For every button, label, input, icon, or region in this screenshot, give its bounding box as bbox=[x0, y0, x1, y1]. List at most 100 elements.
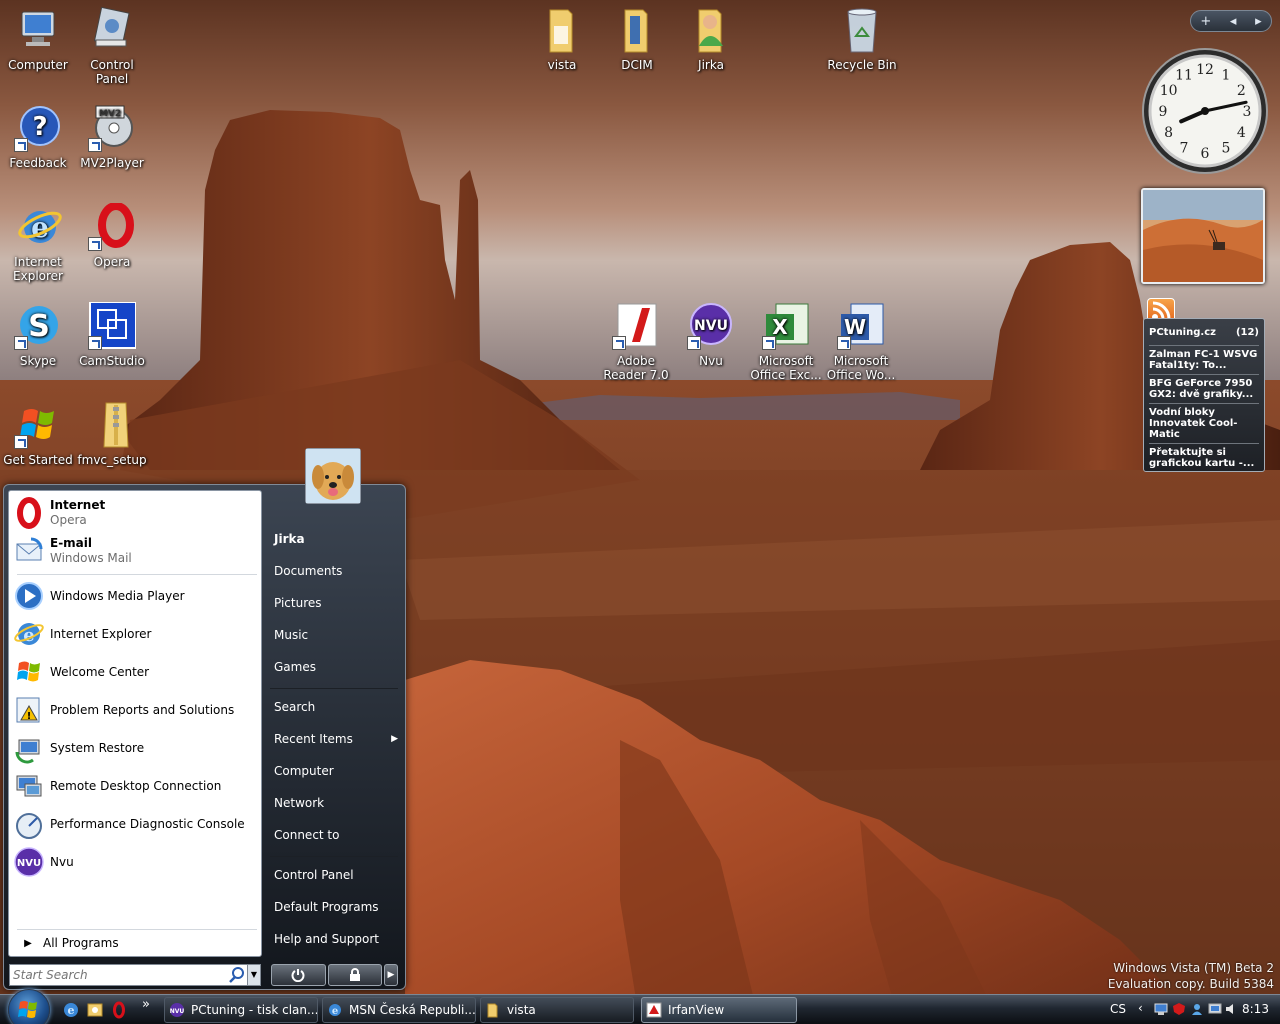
icon-label: Microsoft Office Exc... bbox=[750, 354, 822, 382]
start-right-network[interactable]: Network bbox=[274, 792, 398, 814]
desktop-icon-adobe-reader[interactable]: Adobe Reader 7.0 bbox=[598, 302, 674, 382]
desktop-icon-excel[interactable]: X Microsoft Office Exc... bbox=[748, 302, 824, 382]
taskbar-clock[interactable]: 8:13 bbox=[1242, 1002, 1269, 1016]
desktop-icon-mv2player[interactable]: MV2 MV2Player bbox=[74, 104, 150, 170]
internet-explorer-icon: e bbox=[327, 1002, 343, 1018]
icon-label: Microsoft Office Wo... bbox=[826, 354, 896, 382]
quicklaunch-overflow[interactable]: » bbox=[142, 997, 160, 1015]
recent-label: Nvu bbox=[50, 855, 74, 869]
start-right-computer[interactable]: Computer bbox=[274, 760, 398, 782]
start-right-connect-to[interactable]: Connect to bbox=[274, 824, 398, 846]
right-item-label: Network bbox=[274, 796, 325, 810]
recent-system-restore[interactable]: System Restore bbox=[13, 731, 257, 765]
task-msn[interactable]: e MSN Česká Republi... bbox=[322, 997, 476, 1023]
start-right-user[interactable]: Jirka bbox=[274, 528, 398, 550]
start-right-pictures[interactable]: Pictures bbox=[274, 592, 398, 614]
tray-expand-icon[interactable]: ‹ bbox=[1138, 1001, 1143, 1015]
power-options-arrow[interactable]: ▶ bbox=[384, 964, 398, 986]
desktop-icon-recycle-bin[interactable]: Recycle Bin bbox=[824, 6, 900, 72]
skype-icon: S bbox=[14, 302, 62, 350]
desktop-icon-word[interactable]: W Microsoft Office Wo... bbox=[823, 302, 899, 382]
task-pctuning[interactable]: NVU PCtuning - tisk clan... bbox=[164, 997, 318, 1023]
quicklaunch-show-desktop[interactable] bbox=[86, 1001, 104, 1019]
recent-label: Remote Desktop Connection bbox=[50, 779, 222, 793]
previous-gadget-button[interactable]: ◂ bbox=[1230, 14, 1237, 29]
task-label: vista bbox=[507, 1003, 536, 1017]
desktop-icon-internet-explorer[interactable]: e Internet Explorer bbox=[0, 203, 76, 283]
recent-windows-media-player[interactable]: Windows Media Player bbox=[13, 579, 257, 613]
slideshow-gadget[interactable] bbox=[1141, 188, 1265, 284]
icon-label: CamStudio bbox=[79, 354, 145, 368]
pinned-email[interactable]: E-mail Windows Mail bbox=[13, 533, 257, 569]
nvu-icon: NVU bbox=[169, 1002, 185, 1018]
shortcut-arrow-icon bbox=[14, 138, 28, 152]
start-right-documents[interactable]: Documents bbox=[274, 560, 398, 582]
feed-item[interactable]: Přetaktujte si grafickou kartu -... bbox=[1149, 443, 1259, 472]
add-gadget-button[interactable]: + bbox=[1200, 14, 1211, 29]
search-icon[interactable] bbox=[228, 966, 246, 984]
icon-label: Nvu bbox=[699, 354, 723, 368]
desktop-icon-camstudio[interactable]: CamStudio bbox=[74, 301, 150, 368]
desktop-icon-jirka-folder[interactable]: Jirka bbox=[673, 6, 749, 72]
task-irfanview[interactable]: IrfanView bbox=[641, 997, 797, 1023]
security-icon[interactable] bbox=[1172, 1002, 1186, 1016]
messenger-icon[interactable] bbox=[1190, 1002, 1204, 1016]
desktop-icon-fmvc-setup[interactable]: fmvc_setup bbox=[74, 401, 150, 467]
start-right-recent-items[interactable]: Recent Items ▶ bbox=[274, 728, 398, 750]
all-programs-button[interactable]: ▶ All Programs bbox=[13, 932, 257, 954]
pinned-internet[interactable]: Internet Opera bbox=[13, 495, 257, 531]
display-icon[interactable] bbox=[1208, 1002, 1222, 1016]
clock-number: 9 bbox=[1159, 104, 1168, 120]
start-right-music[interactable]: Music bbox=[274, 624, 398, 646]
recent-label: Problem Reports and Solutions bbox=[50, 703, 235, 717]
excel-icon: X bbox=[762, 302, 810, 350]
svg-text:!: ! bbox=[27, 711, 32, 722]
next-gadget-button[interactable]: ▸ bbox=[1255, 14, 1262, 29]
language-indicator[interactable]: CS bbox=[1110, 1002, 1126, 1016]
recent-performance-console[interactable]: Performance Diagnostic Console bbox=[13, 807, 257, 841]
power-button[interactable] bbox=[271, 964, 326, 986]
feed-item[interactable]: BFG GeForce 7950 GX2: dvě grafiky... bbox=[1149, 374, 1259, 403]
start-search-box[interactable] bbox=[9, 964, 249, 986]
icon-label: DCIM bbox=[621, 58, 653, 72]
quicklaunch-opera[interactable] bbox=[110, 1001, 128, 1019]
desktop-icon-get-started[interactable]: Get Started bbox=[0, 401, 76, 467]
recent-welcome-center[interactable]: Welcome Center bbox=[13, 655, 257, 689]
start-right-search[interactable]: Search bbox=[274, 696, 398, 718]
feed-title[interactable]: PCtuning.cz bbox=[1149, 327, 1216, 338]
task-vista-folder[interactable]: vista bbox=[480, 997, 634, 1023]
quicklaunch-ie[interactable]: e bbox=[62, 1001, 80, 1019]
desktop-icon-opera[interactable]: Opera bbox=[74, 202, 150, 269]
recent-remote-desktop[interactable]: Remote Desktop Connection bbox=[13, 769, 257, 803]
problem-reports-icon: ! bbox=[13, 694, 45, 726]
feed-item[interactable]: Zalman FC-1 WSVG Fatal1ty: To... bbox=[1149, 345, 1259, 374]
start-right-control-panel[interactable]: Control Panel bbox=[274, 864, 398, 886]
recent-internet-explorer[interactable]: e Internet Explorer bbox=[13, 617, 257, 651]
user-picture[interactable] bbox=[305, 448, 361, 504]
feed-item[interactable]: Vodní bloky Innovatek Cool-Matic bbox=[1149, 403, 1259, 443]
network-icon[interactable] bbox=[1154, 1002, 1168, 1016]
search-dropdown-button[interactable]: ▼ bbox=[247, 964, 261, 986]
desktop-icon-computer[interactable]: Computer bbox=[0, 6, 76, 72]
recent-nvu[interactable]: NVU Nvu bbox=[13, 845, 257, 879]
desktop-icon-control-panel[interactable]: Control Panel bbox=[74, 6, 150, 86]
shortcut-arrow-icon bbox=[762, 336, 776, 350]
right-item-label: Music bbox=[274, 628, 309, 642]
computer-icon bbox=[14, 6, 62, 54]
svg-text:NVU: NVU bbox=[17, 858, 41, 869]
start-right-help-support[interactable]: Help and Support bbox=[274, 928, 398, 950]
start-right-default-programs[interactable]: Default Programs bbox=[274, 896, 398, 918]
clock-gadget[interactable]: 12 12 3 45678 9 1011 bbox=[1140, 46, 1270, 176]
start-search-input[interactable] bbox=[10, 966, 228, 984]
start-button[interactable] bbox=[8, 989, 50, 1024]
volume-icon[interactable] bbox=[1224, 1002, 1238, 1016]
desktop-icon-dcim-folder[interactable]: DCIM bbox=[599, 6, 675, 72]
recent-problem-reports[interactable]: ! Problem Reports and Solutions bbox=[13, 693, 257, 727]
start-right-games[interactable]: Games bbox=[274, 656, 398, 678]
desktop-icon-feedback[interactable]: ? Feedback bbox=[0, 104, 76, 170]
lock-button[interactable] bbox=[327, 964, 382, 986]
desktop-icon-skype[interactable]: S Skype bbox=[0, 302, 76, 368]
desktop-icon-nvu[interactable]: NVU Nvu bbox=[673, 302, 749, 368]
desktop-icon-vista-folder[interactable]: vista bbox=[524, 6, 600, 72]
pinned-title: Internet bbox=[50, 498, 106, 512]
